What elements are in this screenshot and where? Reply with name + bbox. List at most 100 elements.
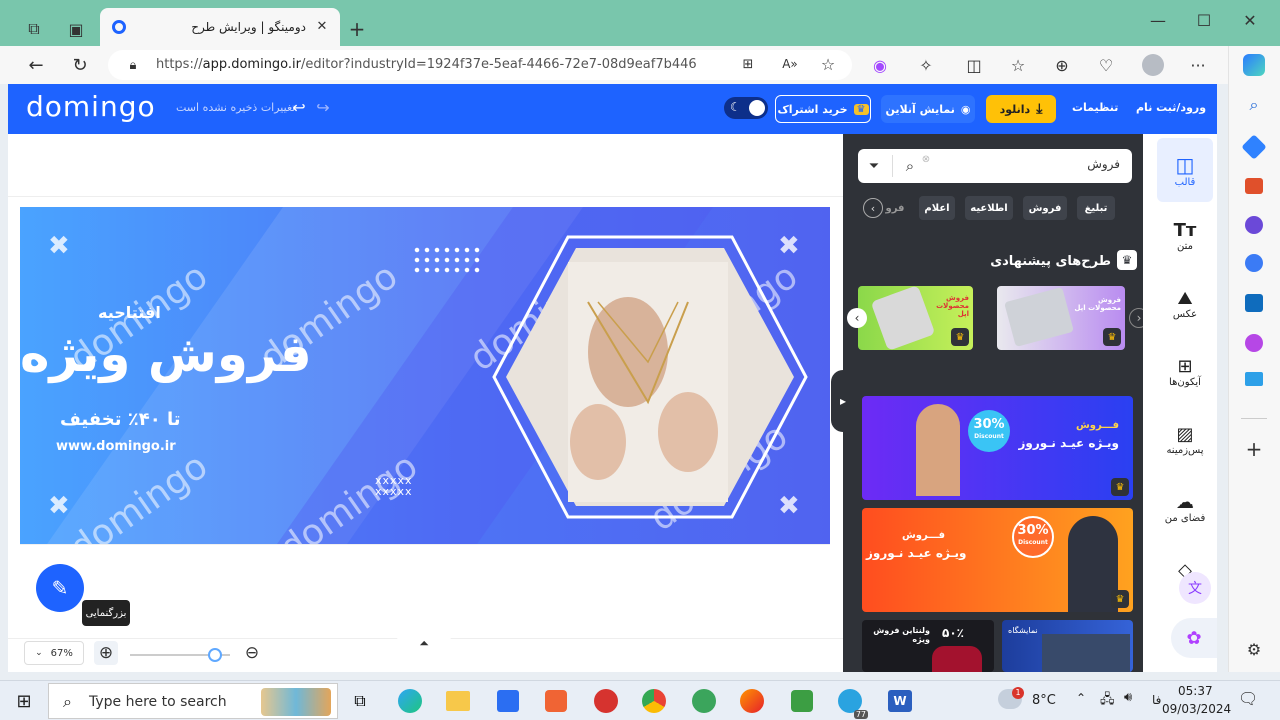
download-button[interactable]: دانلود ⤓ — [986, 95, 1056, 123]
search-icon[interactable]: ⌕ — [900, 156, 920, 176]
zoom-level-select[interactable]: ⌄ 67% — [24, 641, 84, 665]
task-view-icon[interactable]: ⧉ — [342, 683, 378, 719]
workspaces-icon[interactable]: ⧉ — [22, 18, 46, 40]
more-icon[interactable]: ··· — [1186, 54, 1210, 76]
store-icon[interactable] — [490, 683, 526, 719]
tab-active[interactable]: دومینگو | ویرایش طرح ✕ — [100, 8, 340, 46]
ai-assistant-icon[interactable]: ✿ — [1171, 618, 1217, 658]
download-label: دانلود — [999, 102, 1031, 116]
zoom-out-icon[interactable]: ⊖ — [240, 641, 264, 665]
telegram-icon[interactable]: 77 — [832, 683, 868, 719]
sidebar-settings-icon[interactable]: ⚙ — [1243, 638, 1265, 660]
add-sidebar-icon[interactable]: + — [1243, 437, 1265, 461]
microsoft365-icon[interactable] — [1245, 254, 1263, 272]
file-explorer-icon[interactable] — [440, 683, 476, 719]
new-tab-icon[interactable]: + — [346, 17, 368, 41]
send-icon[interactable] — [1245, 372, 1263, 386]
rail-item-background[interactable]: ▨ پس‌زمینه — [1157, 424, 1213, 464]
copilot-icon[interactable] — [1243, 54, 1265, 76]
template-card[interactable]: 30% Discount فـــروش ویـژه عیـد نـوروز ♛ — [862, 396, 1133, 500]
chip-sale[interactable]: فروش — [1023, 196, 1067, 220]
preview-button[interactable]: نمایش آنلاین ◉ — [881, 95, 975, 123]
rail-item-photo[interactable]: ⛰︎ عکس — [1157, 288, 1213, 328]
domingo-logo[interactable]: domingo — [26, 90, 156, 123]
filter-icon[interactable]: ⏷ — [864, 156, 884, 176]
translate-widget-icon[interactable]: 文 — [1179, 572, 1211, 604]
green-app-icon[interactable] — [784, 683, 820, 719]
input-language[interactable]: فا — [1152, 693, 1161, 707]
shopping-icon[interactable] — [1241, 134, 1267, 160]
search-input[interactable]: فروش — [1087, 157, 1120, 171]
chip-notice[interactable]: اطلاعیه — [965, 196, 1013, 220]
chip-announce[interactable]: اعلام — [919, 196, 955, 220]
tray-chevron-icon[interactable]: ⌃ — [1076, 691, 1086, 705]
puzzle-icon[interactable]: ✧ — [914, 54, 938, 76]
refresh-icon[interactable]: ↻ — [68, 54, 92, 76]
chips-scroll-left-icon[interactable]: ‹ — [863, 198, 883, 218]
zoom-level-value: 67% — [50, 647, 73, 659]
subscribe-button[interactable]: خرید اشتراک ♛ — [775, 95, 871, 123]
profile-avatar[interactable] — [1142, 54, 1164, 76]
network-icon[interactable]: 🖧︎ — [1100, 690, 1115, 712]
search-box[interactable]: ⏷ ⌕ ⊗ فروش — [858, 149, 1132, 183]
template-card[interactable]: ولنتاین فروش ویژه ۵۰٪ — [862, 620, 994, 672]
search-icon[interactable]: ⌕ — [1243, 94, 1265, 116]
sidebar-divider — [1241, 418, 1267, 419]
suggested-card[interactable]: فروش محصولات اپل ♛ — [858, 286, 973, 350]
clear-search-icon[interactable]: ⊗ — [920, 153, 932, 165]
undo-icon[interactable]: ↩ — [289, 97, 309, 117]
close-window-icon[interactable]: ✕ — [1238, 10, 1262, 30]
address-bar[interactable]: 🔒︎ https://app.domingo.ir/editor?industr… — [108, 50, 852, 80]
zoom-slider-thumb[interactable] — [208, 648, 222, 662]
url-text[interactable]: https://app.domingo.ir/editor?industryId… — [156, 57, 697, 72]
read-aloud-icon[interactable]: A» — [780, 54, 800, 74]
outlook-icon[interactable] — [1245, 294, 1263, 312]
tab-actions-icon[interactable]: ▣ — [64, 18, 88, 40]
collapse-panel-button[interactable]: ▸ — [831, 370, 855, 432]
games-icon[interactable] — [1245, 216, 1263, 234]
add-favorite-icon[interactable]: ☆ — [818, 54, 838, 74]
suggested-card[interactable]: فروش محصولات اپل ♛ — [997, 286, 1125, 350]
carousel-left-icon[interactable]: ‹ — [847, 308, 867, 328]
app-c-icon[interactable] — [538, 683, 574, 719]
close-tab-icon[interactable]: ✕ — [312, 16, 332, 36]
maximize-icon[interactable]: ☐ — [1192, 10, 1216, 30]
design-banner[interactable]: domingo domingo domingo domingo domingo … — [20, 207, 830, 544]
browser-essentials-icon[interactable]: ♡ — [1094, 54, 1118, 76]
back-icon[interactable]: ← — [24, 54, 48, 76]
rail-item-my-space[interactable]: ☁ فضای من — [1157, 492, 1213, 532]
split-screen-icon[interactable]: ◫ — [962, 54, 986, 76]
settings-link[interactable]: تنظیمات — [1072, 101, 1118, 114]
favorites-icon[interactable]: ☆ — [1006, 54, 1030, 76]
scroll-up-button[interactable]: ⏶ — [396, 628, 452, 658]
chip-partial[interactable]: فرو — [883, 196, 907, 220]
globe-app-icon[interactable] — [686, 683, 722, 719]
minimize-icon[interactable]: — — [1146, 10, 1170, 30]
extensions-icon[interactable]: ◉ — [868, 54, 892, 76]
designer-icon[interactable] — [1245, 334, 1263, 352]
template-card[interactable]: نمایشگاه — [1002, 620, 1133, 672]
app-p-icon[interactable] — [588, 683, 624, 719]
start-icon[interactable]: ⊞ — [6, 683, 42, 719]
template-card[interactable]: فـــروش ویـژه عیـد نـوروز 30% Discount ♛ — [862, 508, 1133, 612]
firefox-icon[interactable] — [734, 683, 770, 719]
collections-icon[interactable]: ⊕ — [1050, 54, 1074, 76]
login-link[interactable]: ورود/ثبت نام — [1136, 101, 1206, 114]
word-icon[interactable]: W — [882, 683, 918, 719]
redo-icon[interactable]: ↪ — [313, 97, 333, 117]
chip-ad[interactable]: تبلیغ — [1077, 196, 1115, 220]
rail-item-text[interactable]: Tт متن — [1157, 220, 1213, 260]
app-available-icon[interactable]: ⊞ — [738, 54, 758, 74]
rail-item-icons[interactable]: ⊞ آیکون‌ها — [1157, 356, 1213, 396]
notifications-icon[interactable]: 🗨︎ — [1238, 689, 1258, 708]
tools-icon[interactable] — [1245, 178, 1263, 194]
chrome-icon[interactable] — [636, 683, 672, 719]
magic-button[interactable]: ✎ — [36, 564, 84, 612]
edge-taskbar-icon[interactable] — [392, 683, 428, 719]
zoom-slider[interactable] — [130, 648, 230, 662]
zoom-in-icon[interactable]: ⊕ — [94, 641, 118, 665]
rail-item-templates[interactable]: ◫ قالب — [1157, 138, 1213, 202]
volume-icon[interactable]: 🔊︎ — [1124, 690, 1132, 705]
theme-toggle[interactable]: ☾ — [724, 97, 768, 119]
taskbar-search[interactable]: ⌕ Type here to search — [48, 683, 338, 719]
